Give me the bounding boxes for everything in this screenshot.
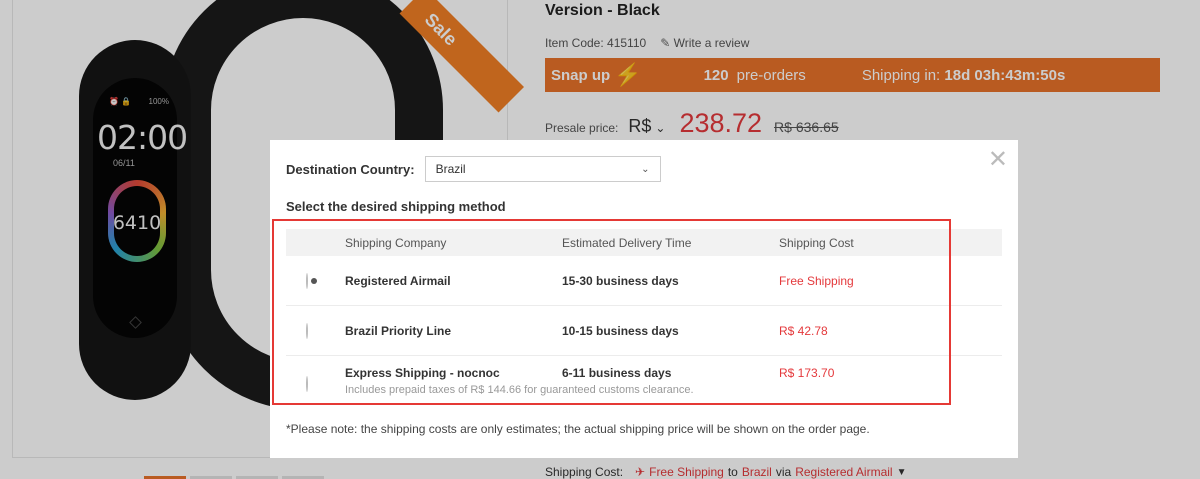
close-icon[interactable]: ✕ [988,148,1008,172]
destination-country-row: Destination Country: Brazil ⌄ [286,156,661,182]
country-select[interactable]: Brazil ⌄ [424,156,661,182]
shipping-note: *Please note: the shipping costs are onl… [286,422,870,436]
select-method-title: Select the desired shipping method [286,199,506,214]
chevron-down-icon: ⌄ [641,163,650,175]
highlight-annotation [272,219,951,405]
country-select-value: Brazil [435,162,466,176]
destination-label: Destination Country: [286,161,415,177]
